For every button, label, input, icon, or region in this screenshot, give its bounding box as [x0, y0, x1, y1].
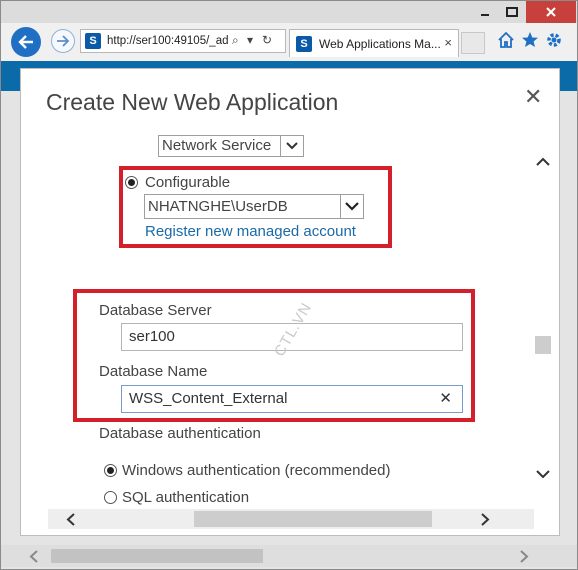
- dialog-vertical-scrollbar[interactable]: [534, 135, 552, 509]
- sql-authentication-label: SQL authentication: [122, 489, 250, 506]
- address-bar[interactable]: S http://ser100:49105/_ad ⌕ ▾ ↻: [80, 29, 286, 53]
- settings-gear-icon[interactable]: [545, 31, 563, 49]
- network-service-select[interactable]: Network Service: [158, 135, 304, 157]
- scroll-right-icon[interactable]: [480, 513, 490, 526]
- page-background: Create New Web Application ✕ Network Ser…: [1, 61, 577, 569]
- back-button[interactable]: [11, 27, 41, 57]
- windows-authentication-label: Windows authentication (recommended): [122, 462, 391, 479]
- network-service-option: Network Service: [162, 137, 272, 154]
- tab-favicon-icon: S: [296, 35, 312, 52]
- vertical-scroll-thumb[interactable]: [535, 336, 551, 354]
- minimize-button[interactable]: [472, 1, 498, 23]
- sharepoint-favicon-icon: S: [85, 33, 101, 49]
- maximize-icon: [506, 7, 518, 17]
- maximize-button[interactable]: [499, 1, 525, 23]
- page-scroll-thumb[interactable]: [51, 549, 263, 563]
- new-tab-button[interactable]: [461, 32, 485, 54]
- database-fields-highlight-box: [73, 289, 475, 422]
- address-dropdown-icon[interactable]: ▾: [247, 33, 253, 47]
- dialog-title: Create New Web Application: [46, 89, 339, 115]
- scroll-left-icon[interactable]: [29, 550, 39, 563]
- database-authentication-label: Database authentication: [99, 425, 261, 442]
- arrow-left-icon: [18, 35, 33, 49]
- forward-button[interactable]: [51, 29, 75, 53]
- page-horizontal-scrollbar[interactable]: [1, 545, 577, 567]
- scroll-down-icon[interactable]: [536, 469, 550, 479]
- search-icon[interactable]: ⌕: [232, 33, 239, 48]
- close-icon: [546, 7, 556, 17]
- managed-account-highlight-box: [119, 166, 392, 248]
- windows-authentication-radio[interactable]: [104, 464, 117, 477]
- address-url[interactable]: http://ser100:49105/_ad: [107, 35, 229, 47]
- horizontal-scroll-thumb[interactable]: [194, 511, 432, 527]
- browser-tab[interactable]: S Web Applications Ma... ×: [289, 29, 459, 57]
- create-web-application-dialog: Create New Web Application ✕ Network Ser…: [21, 69, 559, 535]
- sql-authentication-radio[interactable]: [104, 491, 117, 504]
- tab-title: Web Applications Ma...: [319, 36, 441, 51]
- refresh-icon[interactable]: ↻: [262, 33, 272, 47]
- dialog-close-button[interactable]: ✕: [524, 84, 542, 110]
- scroll-up-icon[interactable]: [536, 157, 550, 167]
- home-icon[interactable]: [497, 31, 515, 49]
- favorites-star-icon[interactable]: [521, 31, 539, 49]
- browser-window: S http://ser100:49105/_ad ⌕ ▾ ↻ S Web Ap…: [0, 0, 578, 570]
- chevron-down-icon: [280, 136, 303, 156]
- navigation-bar: S http://ser100:49105/_ad ⌕ ▾ ↻ S Web Ap…: [1, 23, 577, 61]
- dialog-horizontal-scrollbar[interactable]: [48, 509, 534, 529]
- arrow-right-icon: [57, 35, 70, 47]
- window-close-button[interactable]: [526, 1, 576, 23]
- scroll-right-icon[interactable]: [519, 550, 529, 563]
- scroll-left-icon[interactable]: [66, 513, 76, 526]
- minimize-icon: [481, 14, 489, 16]
- tab-close-button[interactable]: ×: [444, 35, 452, 50]
